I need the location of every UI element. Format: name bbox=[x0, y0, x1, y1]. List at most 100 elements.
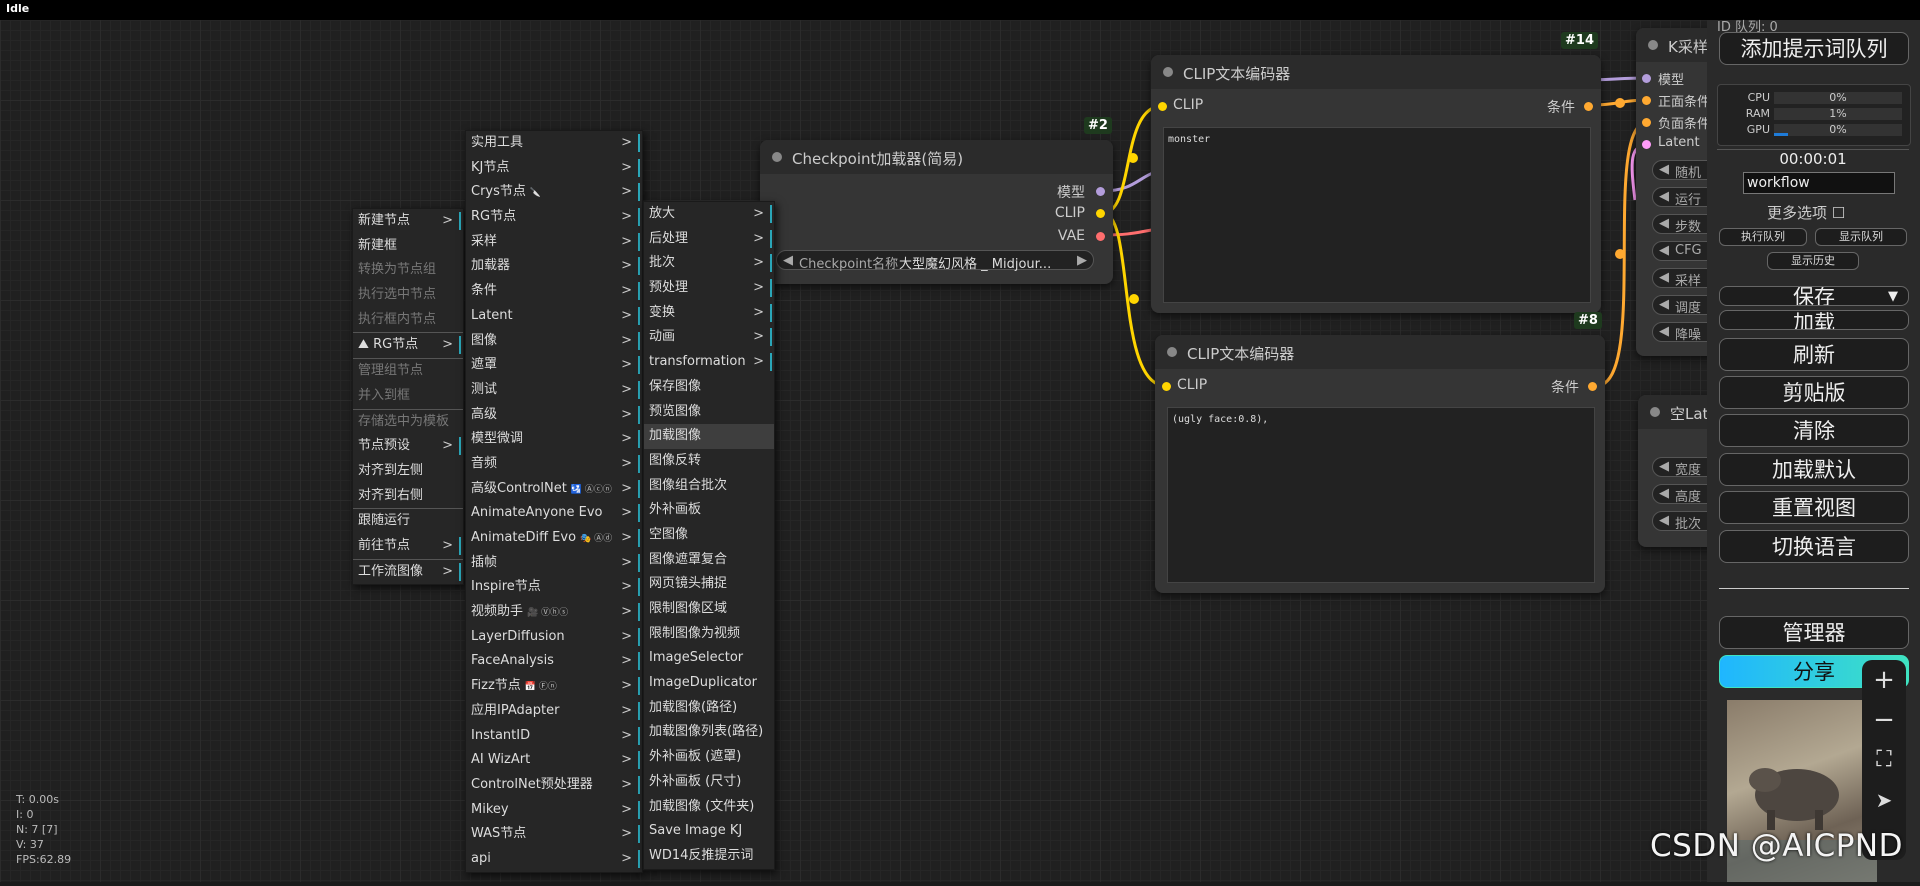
output-cond-pin[interactable] bbox=[1588, 382, 1597, 391]
workflow-name-input[interactable]: workflow bbox=[1743, 172, 1895, 194]
output-clip-pin[interactable] bbox=[1096, 209, 1105, 218]
menu-item[interactable]: 图像遮罩复合 bbox=[644, 548, 774, 573]
dropdown-arrow-icon[interactable]: ▼ bbox=[1888, 287, 1898, 305]
menu-item[interactable]: transformation bbox=[644, 350, 774, 375]
menu-item[interactable]: AnimateAnyone Evo bbox=[466, 501, 642, 526]
menu-item[interactable]: 图像反转 bbox=[644, 449, 774, 474]
input-clip-pin[interactable] bbox=[1158, 102, 1167, 111]
menu-item[interactable]: ⛰ RG节点 bbox=[353, 332, 463, 358]
menu-item[interactable]: 外补画板 (尺寸) bbox=[644, 770, 774, 795]
load-default-button[interactable]: 加载默认 bbox=[1719, 453, 1909, 486]
input-negative-pin[interactable] bbox=[1642, 118, 1651, 127]
menu-item[interactable]: 模型微调 bbox=[466, 427, 642, 452]
send-icon[interactable]: ➤ bbox=[1862, 780, 1906, 820]
reset-view-button[interactable]: 重置视图 bbox=[1719, 491, 1909, 524]
fit-view-icon[interactable]: ⛶ bbox=[1862, 740, 1906, 780]
output-model-pin[interactable] bbox=[1096, 187, 1105, 196]
view-queue-button[interactable]: 显示队列 bbox=[1815, 228, 1907, 246]
zoom-in-icon[interactable]: + bbox=[1862, 660, 1906, 700]
menu-item[interactable]: 采样 bbox=[466, 230, 642, 255]
menu-item[interactable]: AI WizArt bbox=[466, 748, 642, 773]
menu-item[interactable]: 新建节点 bbox=[353, 209, 463, 234]
collapse-dot[interactable] bbox=[1167, 347, 1177, 357]
menu-item[interactable]: 空图像 bbox=[644, 523, 774, 548]
refresh-button[interactable]: 刷新 bbox=[1719, 338, 1909, 371]
menu-item[interactable]: 放大 bbox=[644, 202, 774, 227]
menu-item[interactable]: Save Image KJ bbox=[644, 819, 774, 844]
menu-item[interactable]: 外补画板 bbox=[644, 498, 774, 523]
collapse-dot[interactable] bbox=[1648, 40, 1658, 50]
zoom-out-icon[interactable]: − bbox=[1862, 700, 1906, 740]
arrow-right-icon[interactable]: ▶ bbox=[1077, 253, 1087, 268]
menu-item[interactable]: 网页镜头捕捉 bbox=[644, 572, 774, 597]
more-options-checkbox[interactable]: 更多选项 ☐ bbox=[1767, 202, 1845, 223]
clip-text-encode-negative[interactable]: CLIP文本编码器 CLIP 条件 (ugly face:0.8), bbox=[1155, 335, 1605, 593]
menu-item[interactable]: Mikey bbox=[466, 798, 642, 823]
save-button[interactable]: 保存 ▼ bbox=[1719, 286, 1909, 306]
collapse-dot[interactable] bbox=[1163, 67, 1173, 77]
output-vae-pin[interactable] bbox=[1096, 232, 1105, 241]
menu-item[interactable]: 视频助手 🎥 Ⓥⓗⓢ bbox=[466, 600, 642, 625]
menu-item[interactable]: 测试 bbox=[466, 378, 642, 403]
checkpoint-name-combo[interactable]: ◀ Checkpoint名称 大型魔幻风格 _ Midjour... ▶ bbox=[776, 250, 1094, 272]
menu-item[interactable]: Crys节点 🔪 bbox=[466, 180, 642, 205]
menu-item[interactable]: 应用IPAdapter bbox=[466, 699, 642, 724]
menu-item[interactable]: 遮罩 bbox=[466, 353, 642, 378]
menu-item[interactable]: 限制图像区域 bbox=[644, 597, 774, 622]
manager-button[interactable]: 管理器 bbox=[1719, 616, 1909, 649]
menu-item[interactable]: LayerDiffusion bbox=[466, 625, 642, 650]
menu-item[interactable]: 音频 bbox=[466, 452, 642, 477]
menu-item[interactable]: 实用工具 bbox=[466, 131, 642, 156]
input-latent-pin[interactable] bbox=[1642, 140, 1651, 149]
menu-item[interactable]: WAS节点 bbox=[466, 822, 642, 847]
menu-item[interactable]: 保存图像 bbox=[644, 375, 774, 400]
menu-item[interactable]: 外补画板 (遮罩) bbox=[644, 745, 774, 770]
menu-item[interactable]: Latent bbox=[466, 304, 642, 329]
menu-item[interactable]: 新建框 bbox=[353, 234, 463, 259]
menu-item[interactable]: 图像组合批次 bbox=[644, 474, 774, 499]
menu-item[interactable]: 对齐到左侧 bbox=[353, 459, 463, 484]
menu-item[interactable]: ImageSelector bbox=[644, 646, 774, 671]
switch-language-button[interactable]: 切换语言 bbox=[1719, 530, 1909, 563]
queue-prompt-button[interactable]: 添加提示词队列 bbox=[1719, 32, 1909, 65]
menu-item[interactable]: 节点预设 bbox=[353, 434, 463, 459]
menu-item[interactable]: 跟随运行 bbox=[353, 508, 463, 534]
menu-item[interactable]: api bbox=[466, 847, 642, 872]
collapse-dot[interactable] bbox=[1650, 407, 1660, 417]
clip-text-encode-positive[interactable]: CLIP文本编码器 CLIP 条件 monster bbox=[1151, 55, 1601, 313]
prompt-textarea[interactable]: monster bbox=[1163, 127, 1591, 303]
menu-item[interactable]: 高级 bbox=[466, 403, 642, 428]
prompt-textarea[interactable]: (ugly face:0.8), bbox=[1167, 407, 1595, 583]
menu-item[interactable]: InstantID bbox=[466, 724, 642, 749]
execute-queue-button[interactable]: 执行队列 bbox=[1719, 228, 1807, 246]
menu-item[interactable]: 加载图像 (文件夹) bbox=[644, 795, 774, 820]
menu-item[interactable]: 前往节点 bbox=[353, 534, 463, 559]
menu-item[interactable]: RG节点 bbox=[466, 205, 642, 230]
load-button[interactable]: 加载 bbox=[1719, 310, 1909, 330]
menu-item[interactable]: 动画 bbox=[644, 325, 774, 350]
menu-item[interactable]: WD14反推提示词 bbox=[644, 844, 774, 869]
menu-item[interactable]: 加载器 bbox=[466, 254, 642, 279]
menu-item[interactable]: 条件 bbox=[466, 279, 642, 304]
output-cond-pin[interactable] bbox=[1584, 102, 1593, 111]
menu-item[interactable]: FaceAnalysis bbox=[466, 649, 642, 674]
clear-button[interactable]: 清除 bbox=[1719, 414, 1909, 447]
menu-item[interactable]: ImageDuplicator bbox=[644, 671, 774, 696]
input-model-pin[interactable] bbox=[1642, 74, 1651, 83]
collapse-dot[interactable] bbox=[772, 152, 782, 162]
menu-item[interactable]: KJ节点 bbox=[466, 156, 642, 181]
menu-item[interactable]: AnimateDiff Evo 🎭 Ⓐⓓ bbox=[466, 526, 642, 551]
menu-item[interactable]: 高级ControlNet 🛂 Ⓐⓒⓝ bbox=[466, 477, 642, 502]
menu-item[interactable]: Inspire节点 bbox=[466, 575, 642, 600]
menu-item[interactable]: 限制图像为视频 bbox=[644, 622, 774, 647]
menu-item[interactable]: 加载图像列表(路径) bbox=[644, 720, 774, 745]
menu-item[interactable]: Fizz节点 📅 Ⓕⓝ bbox=[466, 674, 642, 699]
clipspace-button[interactable]: 剪贴版 bbox=[1719, 376, 1909, 409]
input-clip-pin[interactable] bbox=[1162, 382, 1171, 391]
menu-item[interactable]: 图像 bbox=[466, 329, 642, 354]
menu-item[interactable]: 变换 bbox=[644, 301, 774, 326]
arrow-left-icon[interactable]: ◀ bbox=[783, 253, 793, 268]
menu-item[interactable]: ControlNet预处理器 bbox=[466, 773, 642, 798]
menu-item[interactable]: 加载图像(路径) bbox=[644, 696, 774, 721]
menu-item[interactable]: 插帧 bbox=[466, 551, 642, 576]
